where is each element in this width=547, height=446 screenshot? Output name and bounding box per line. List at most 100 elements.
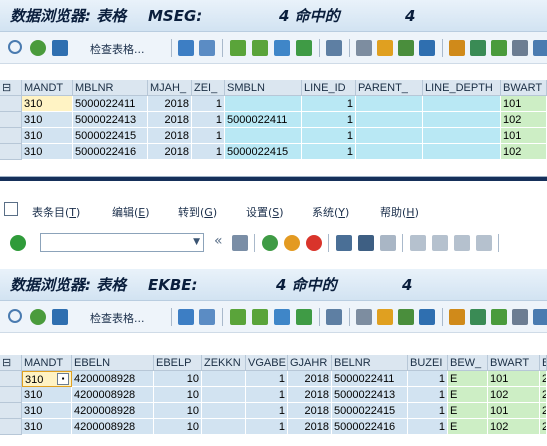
check-table-button[interactable]: 检查表格...: [90, 41, 145, 57]
table-cell[interactable]: 1: [246, 387, 288, 403]
sum-icon[interactable]: [296, 309, 312, 325]
col-header[interactable]: EBELP: [154, 355, 202, 371]
table-cell[interactable]: E: [448, 403, 488, 419]
row-selector[interactable]: [0, 96, 22, 112]
table-cell[interactable]: [423, 96, 501, 112]
table-cell[interactable]: [202, 371, 246, 387]
table-cell[interactable]: 1: [408, 419, 448, 435]
table-cell[interactable]: 101: [501, 96, 547, 112]
menu-exit-icon[interactable]: [4, 202, 18, 216]
table-cell[interactable]: 2018: [288, 403, 332, 419]
table-cell[interactable]: [225, 96, 302, 112]
col-header[interactable]: B: [540, 355, 547, 371]
excel-icon[interactable]: [398, 309, 414, 325]
table-cell[interactable]: 2: [540, 371, 547, 387]
table-cell[interactable]: 4200008928: [72, 387, 154, 403]
menu-item-table-entry[interactable]: 表条目(T): [32, 204, 80, 220]
select-layout-icon[interactable]: [199, 40, 215, 56]
table-cell[interactable]: 310: [22, 96, 73, 112]
table-cell[interactable]: 310: [22, 112, 73, 128]
details-icon[interactable]: [178, 309, 194, 325]
table-cell[interactable]: 2018: [288, 387, 332, 403]
cancel-icon[interactable]: [306, 235, 322, 251]
table-cell[interactable]: 2018: [288, 371, 332, 387]
choose-layout-icon[interactable]: [470, 309, 486, 325]
next-page-icon[interactable]: [454, 235, 470, 251]
chevron-down-icon[interactable]: ▼: [193, 237, 200, 247]
table-cell[interactable]: 2018: [288, 419, 332, 435]
sync-icon[interactable]: [52, 309, 68, 325]
col-header[interactable]: MBLNR: [73, 80, 148, 96]
find-icon[interactable]: [358, 235, 374, 251]
print-preview-icon[interactable]: [326, 309, 342, 325]
manage-layout-icon[interactable]: [512, 40, 528, 56]
table-cell[interactable]: 5000022411: [225, 112, 302, 128]
table-cell[interactable]: 101: [488, 371, 540, 387]
word-icon[interactable]: [419, 309, 435, 325]
col-header[interactable]: VGABE: [246, 355, 288, 371]
value-help-icon[interactable]: ▪: [57, 373, 69, 385]
table-cell[interactable]: 102: [501, 112, 547, 128]
table-cell[interactable]: 5000022413: [332, 387, 408, 403]
export-icon[interactable]: [356, 309, 372, 325]
table-cell[interactable]: 4200008928: [72, 419, 154, 435]
layout-grid-icon[interactable]: [449, 40, 465, 56]
table-cell[interactable]: 10: [154, 419, 202, 435]
info-icon[interactable]: [533, 40, 547, 56]
sort-ascending-icon[interactable]: [230, 309, 246, 325]
table-cell[interactable]: 1: [192, 128, 225, 144]
choose-layout-icon[interactable]: [470, 40, 486, 56]
table-cell[interactable]: 2018: [148, 112, 192, 128]
menu-item-system[interactable]: 系统(Y): [312, 204, 349, 220]
table-cell[interactable]: 1: [302, 144, 356, 160]
col-header[interactable]: LINE_ID: [302, 80, 356, 96]
table-cell[interactable]: 1: [246, 419, 288, 435]
table-cell[interactable]: 2018: [148, 128, 192, 144]
table-cell[interactable]: 2: [540, 419, 547, 435]
table-cell[interactable]: 310 ▪: [22, 371, 72, 387]
menu-item-edit[interactable]: 编辑(E): [112, 204, 150, 220]
table-cell[interactable]: 1: [302, 96, 356, 112]
row-selector[interactable]: [0, 403, 22, 419]
table-cell[interactable]: 2: [540, 387, 547, 403]
table-cell[interactable]: 2: [540, 403, 547, 419]
table-cell[interactable]: [423, 112, 501, 128]
refresh-icon[interactable]: [30, 309, 46, 325]
select-all-icon[interactable]: ⊟: [0, 80, 22, 96]
export-icon[interactable]: [356, 40, 372, 56]
table-cell[interactable]: 1: [192, 112, 225, 128]
col-header[interactable]: EBELN: [72, 355, 154, 371]
table-cell[interactable]: 5000022416: [73, 144, 148, 160]
table-cell[interactable]: 101: [488, 403, 540, 419]
table-cell[interactable]: 1: [302, 112, 356, 128]
table-cell[interactable]: 1: [192, 96, 225, 112]
save-layout-icon[interactable]: [491, 40, 507, 56]
command-field[interactable]: ▼: [40, 233, 204, 252]
word-icon[interactable]: [419, 40, 435, 56]
table-cell[interactable]: [225, 128, 302, 144]
table-cell[interactable]: 2018: [148, 144, 192, 160]
col-header[interactable]: MANDT: [22, 355, 72, 371]
col-header[interactable]: BEW_: [448, 355, 488, 371]
table-cell[interactable]: 5000022416: [332, 419, 408, 435]
mail-icon[interactable]: [377, 40, 393, 56]
table-cell[interactable]: [356, 112, 423, 128]
row-selector[interactable]: [0, 419, 22, 435]
table-cell[interactable]: 310: [22, 144, 73, 160]
table-cell[interactable]: 5000022415: [73, 128, 148, 144]
mail-icon[interactable]: [377, 309, 393, 325]
check-table-button[interactable]: 检查表格...: [90, 310, 145, 326]
table-cell[interactable]: 1: [246, 371, 288, 387]
table-cell[interactable]: [202, 419, 246, 435]
sum-icon[interactable]: [296, 40, 312, 56]
table-cell[interactable]: 102: [501, 144, 547, 160]
col-header[interactable]: SMBLN: [225, 80, 302, 96]
table-cell[interactable]: 310: [22, 128, 73, 144]
table-cell[interactable]: 4200008928: [72, 403, 154, 419]
table-cell[interactable]: [423, 128, 501, 144]
row-selector[interactable]: [0, 112, 22, 128]
col-header[interactable]: MJAH_: [148, 80, 192, 96]
first-page-icon[interactable]: [410, 235, 426, 251]
glasses-icon[interactable]: [8, 40, 22, 54]
table-cell[interactable]: 5000022415: [225, 144, 302, 160]
